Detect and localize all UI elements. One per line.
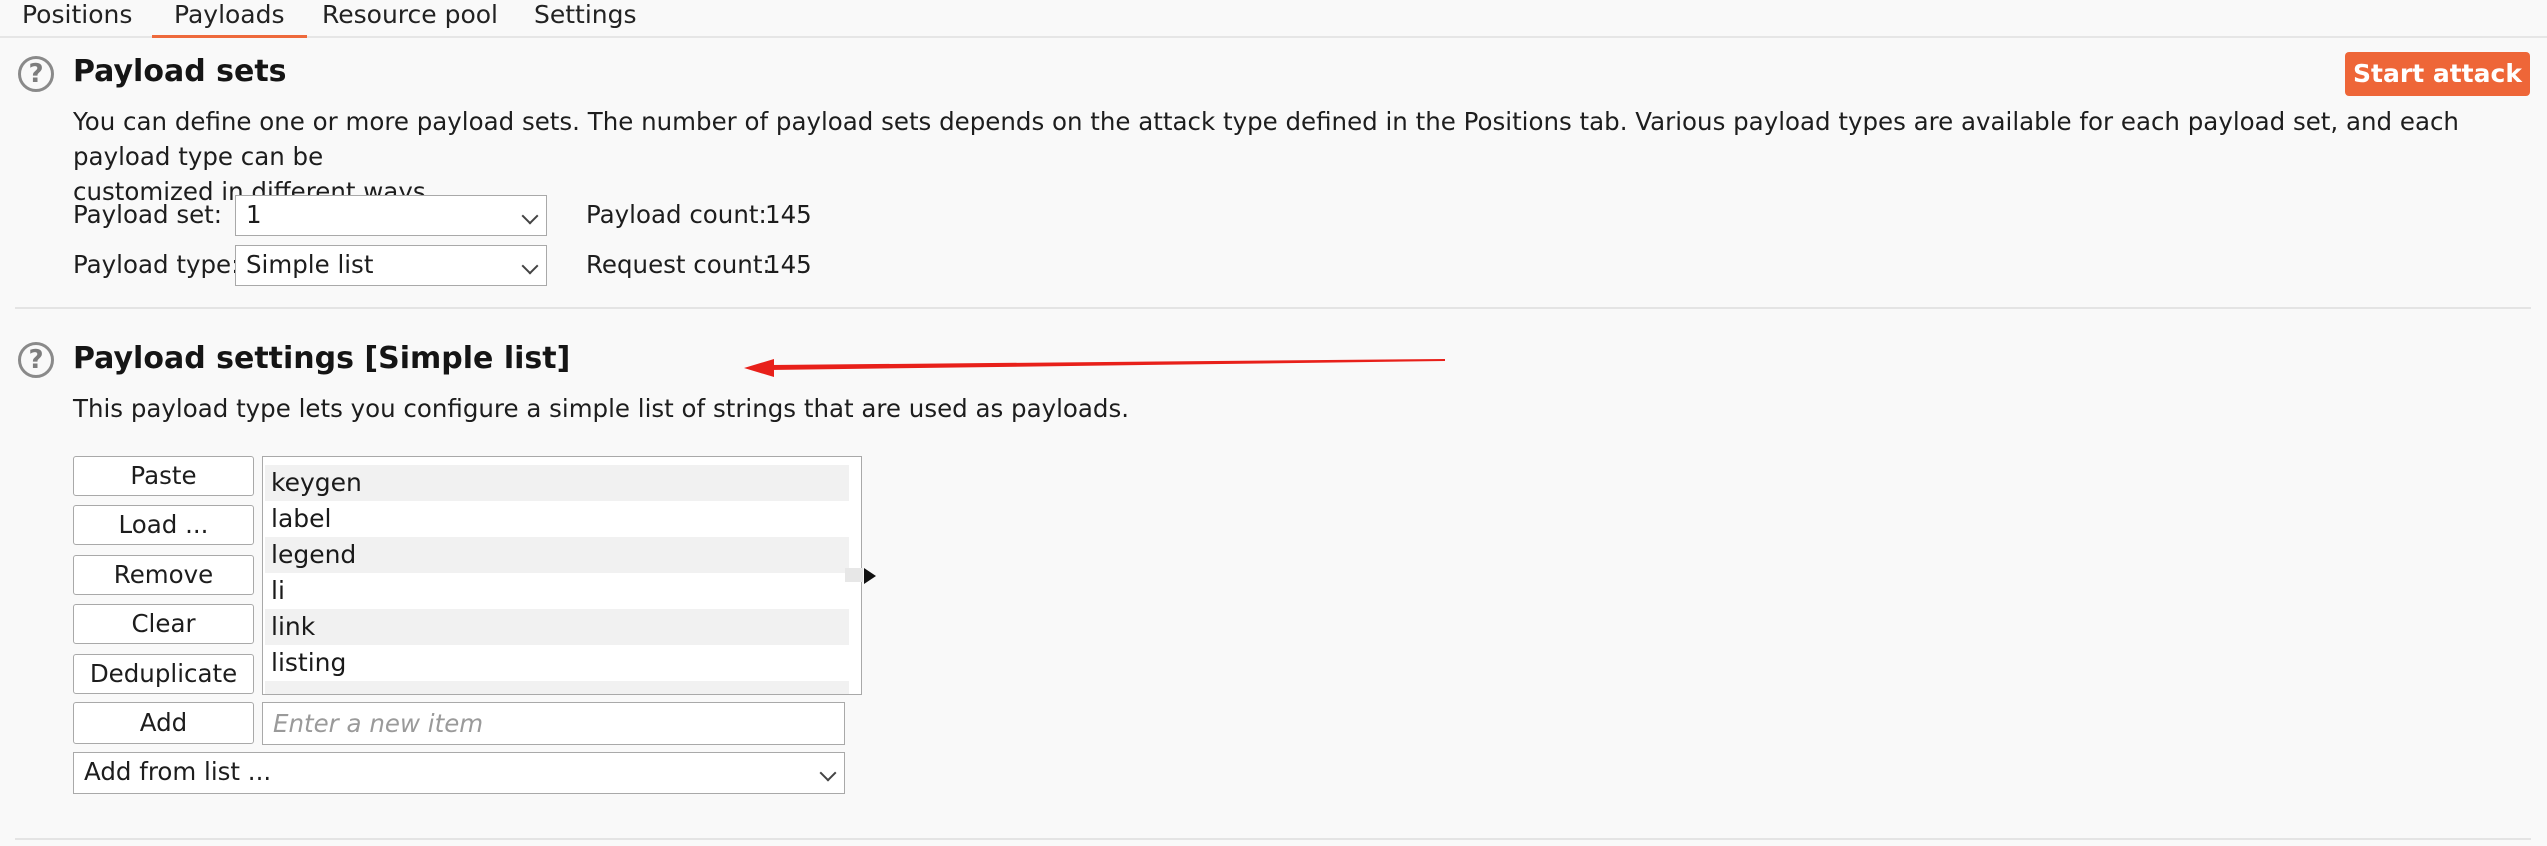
payload-settings-description: This payload type lets you configure a s…	[73, 394, 1130, 423]
chevron-down-icon	[521, 207, 539, 225]
remove-button[interactable]: Remove	[73, 555, 254, 595]
payload-set-value: 1	[246, 200, 262, 229]
request-count-value: 145	[765, 250, 812, 279]
play-icon[interactable]	[864, 568, 876, 584]
tab-payloads[interactable]: Payloads	[152, 0, 306, 38]
payload-set-label: Payload set:	[73, 200, 223, 229]
load-button[interactable]: Load ...	[73, 505, 254, 545]
annotation-arrow	[744, 359, 1445, 377]
payload-set-select[interactable]: 1	[235, 195, 547, 236]
description-line-1: You can define one or more payload sets.…	[73, 107, 2459, 171]
tab-resource-pool[interactable]: Resource pool	[322, 0, 498, 36]
help-icon[interactable]: ?	[18, 342, 54, 378]
payload-type-value: Simple list	[246, 250, 374, 279]
list-item[interactable]: legend	[265, 537, 849, 573]
list-item[interactable]: keygen	[265, 465, 849, 501]
start-attack-button[interactable]: Start attack	[2345, 52, 2530, 96]
deduplicate-button[interactable]: Deduplicate	[73, 654, 254, 694]
clear-button[interactable]: Clear	[73, 604, 254, 644]
partial-list-item	[265, 681, 849, 694]
payload-type-label: Payload type:	[73, 250, 240, 279]
payload-count-value: 145	[765, 200, 812, 229]
section-divider	[15, 307, 2531, 309]
list-item[interactable]: label	[265, 501, 849, 537]
list-item[interactable]: listing	[265, 645, 849, 681]
payload-count-label: Payload count:	[586, 200, 767, 229]
tab-positions[interactable]: Positions	[22, 0, 132, 36]
payload-list[interactable]: keygen label legend li link listing	[262, 456, 862, 695]
section-divider	[15, 838, 2531, 840]
chevron-down-icon	[819, 764, 837, 782]
payload-type-select[interactable]: Simple list	[235, 245, 547, 286]
add-from-list-value: Add from list ...	[84, 757, 272, 786]
help-icon[interactable]: ?	[18, 56, 54, 92]
payload-sets-title: Payload sets	[73, 54, 287, 89]
paste-button[interactable]: Paste	[73, 456, 254, 496]
request-count-label: Request count:	[586, 250, 771, 279]
list-item[interactable]: li	[265, 573, 849, 609]
partial-list-item	[265, 456, 849, 457]
chevron-down-icon	[521, 257, 539, 275]
tab-bar: Positions Payloads Resource pool Setting…	[0, 0, 2547, 38]
add-button[interactable]: Add	[73, 702, 254, 744]
list-item[interactable]: link	[265, 609, 849, 645]
list-scrollbar[interactable]	[845, 568, 863, 582]
payload-settings-title: Payload settings [Simple list]	[73, 341, 571, 376]
new-item-input[interactable]	[262, 702, 845, 745]
add-from-list-select[interactable]: Add from list ...	[73, 752, 845, 794]
tab-settings[interactable]: Settings	[534, 0, 637, 36]
payload-sets-description: You can define one or more payload sets.…	[73, 104, 2533, 209]
